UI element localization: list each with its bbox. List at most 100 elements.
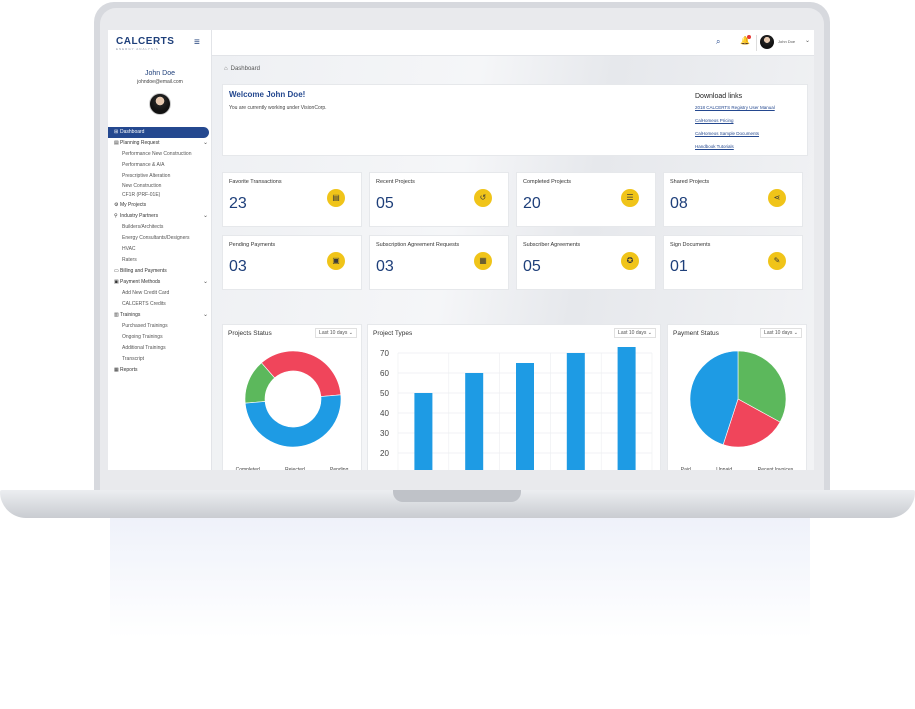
sidebar-item-label: Add New Credit Card xyxy=(122,290,170,296)
pen-icon[interactable]: ✎ xyxy=(768,252,786,270)
briefcase-icon[interactable]: ▤ xyxy=(327,189,345,207)
sidebar-item-label: Additional Trainings xyxy=(122,345,166,351)
sidebar-user-name: John Doe xyxy=(145,70,175,77)
stat-card[interactable]: Favorite Transactions 23 ▤ xyxy=(222,172,362,227)
share-icon[interactable]: ⋖ xyxy=(768,189,786,207)
sidebar-item[interactable]: Add New Credit Card xyxy=(108,288,212,299)
download-link[interactable]: CalHomeos Pricing xyxy=(695,118,775,131)
sidebar-item[interactable]: New Construction xyxy=(108,182,212,191)
stat-card-label: Sign Documents xyxy=(670,242,711,248)
stat-card-label: Pending Payments xyxy=(229,242,276,248)
chevron-down-icon[interactable]: ⌄ xyxy=(203,277,208,288)
stat-card-label: Subscriber Agreements xyxy=(523,242,581,248)
sidebar-item[interactable]: ▥Trainings ⌄ xyxy=(108,310,212,321)
sidebar-item-label: Ongoing Trainings xyxy=(122,334,163,340)
chevron-down-icon[interactable]: ⌄ xyxy=(203,211,208,222)
sidebar-item[interactable]: CF1R (PRF-01E) xyxy=(108,191,212,200)
welcome-subtitle: You are currently working under VisionCo… xyxy=(229,105,327,111)
sidebar-item[interactable]: Transcript xyxy=(108,354,212,365)
date-filter-dropdown[interactable]: Last 10 days ⌄ xyxy=(614,328,656,338)
stat-card-value: 05 xyxy=(523,258,541,275)
download-link[interactable]: 2018 CALCERTS Registry User Manual xyxy=(695,105,775,118)
sidebar-item[interactable]: Performance New Construction xyxy=(108,149,212,160)
sidebar-item[interactable]: Purchased Trainings xyxy=(108,321,212,332)
medal-icon[interactable]: ✪ xyxy=(621,252,639,270)
sidebar-item[interactable]: ▦Reports xyxy=(108,365,212,376)
projects-status-chart xyxy=(244,350,342,448)
sidebar-item[interactable]: Raters xyxy=(108,255,212,266)
sidebar-item-label: CF1R (PRF-01E) xyxy=(122,192,161,198)
sidebar-item[interactable]: ⊞ Dashboard xyxy=(108,127,209,138)
stat-card[interactable]: Completed Projects 20 ☰ xyxy=(516,172,656,227)
panel-title: Project Types xyxy=(373,330,413,337)
invoice-icon[interactable]: ▣ xyxy=(327,252,345,270)
sidebar-item[interactable]: CALCERTS Credits xyxy=(108,299,212,310)
stat-card[interactable]: Subscription Agreement Requests 03 ▦ xyxy=(369,235,509,290)
sidebar-item[interactable]: Builders/Architects xyxy=(108,222,212,233)
legend-item: Unpaid22 xyxy=(716,467,732,470)
sidebar-item[interactable]: ⚙ My Projects xyxy=(108,200,212,211)
download-link[interactable]: CalHomeos Sample Documents xyxy=(695,131,775,144)
y-tick-label: 40 xyxy=(380,409,389,418)
stat-card-label: Shared Projects xyxy=(670,179,710,185)
top-user-name[interactable]: John Doe xyxy=(778,39,795,44)
sidebar-item[interactable]: ▭Billing and Payments xyxy=(108,266,212,277)
user-avatar[interactable] xyxy=(760,35,774,49)
download-link[interactable]: Handbook Tutorials xyxy=(695,144,775,157)
bar[interactable] xyxy=(516,363,534,470)
chevron-down-icon[interactable]: ⌄ xyxy=(203,310,208,321)
pie-slice[interactable] xyxy=(261,350,342,397)
legend-label: Recent Invoices xyxy=(757,467,794,470)
sidebar-item[interactable]: HVAC xyxy=(108,244,212,255)
legend-item: Recent Invoices45 xyxy=(758,467,794,470)
chevron-down-icon[interactable]: ⌄ xyxy=(805,37,810,44)
sidebar-item[interactable]: Ongoing Trainings xyxy=(108,332,212,343)
sidebar-item[interactable]: Prescriptive Alteration xyxy=(108,171,212,182)
bar[interactable] xyxy=(414,393,433,470)
agreement-icon[interactable]: ▦ xyxy=(474,252,492,270)
sidebar-item[interactable]: ▤Planning Request ⌄ xyxy=(108,138,212,149)
date-filter-dropdown[interactable]: Last 10 days ⌄ xyxy=(315,328,357,338)
sidebar-menu: ⊞ Dashboard ▤Planning Request ⌄ Performance … xyxy=(108,127,212,376)
payment-status-chart xyxy=(689,350,787,448)
stat-card[interactable]: Sign Documents 01 ✎ xyxy=(663,235,803,290)
y-tick-label: 20 xyxy=(380,449,389,458)
hamburger-menu-icon[interactable]: ≡ xyxy=(194,37,200,48)
avatar[interactable] xyxy=(149,93,171,115)
search-icon[interactable]: ⌕ xyxy=(716,37,720,47)
chevron-down-icon[interactable]: ⌄ xyxy=(203,138,208,149)
stat-card[interactable]: Shared Projects 08 ⋖ xyxy=(663,172,803,227)
stat-card[interactable]: Pending Payments 03 ▣ xyxy=(222,235,362,290)
bar[interactable] xyxy=(465,373,484,470)
sidebar-item[interactable]: ⚲ Industry Partners ⌄ xyxy=(108,211,212,222)
pie-slice[interactable] xyxy=(244,394,342,448)
project-types-panel: Project Types Last 10 days ⌄ 10 20 30 40 50 6… xyxy=(367,324,661,470)
history-icon[interactable]: ↺ xyxy=(474,189,492,207)
main-content: ⌂ Dashboard Welcome John Doe! You are cur… xyxy=(212,56,814,470)
date-filter-dropdown[interactable]: Last 10 days ⌄ xyxy=(760,328,802,338)
chart-legend: Completed15 Rejected35 Pending50 xyxy=(223,467,361,470)
brand-logo[interactable]: CALCERTS ENERGY ANALYSIS xyxy=(116,36,174,51)
stat-card-label: Favorite Transactions xyxy=(229,179,282,185)
sidebar-item-label: Performance & A/A xyxy=(122,162,165,168)
bar[interactable] xyxy=(617,347,636,470)
breadcrumb-label[interactable]: Dashboard xyxy=(231,66,260,72)
sidebar-item[interactable]: Energy Consultants/Designers xyxy=(108,233,212,244)
notification-bell-icon[interactable]: 🔔 xyxy=(740,35,751,46)
stat-card[interactable]: Recent Projects 05 ↺ xyxy=(369,172,509,227)
stat-card[interactable]: Subscriber Agreements 05 ✪ xyxy=(516,235,656,290)
home-icon[interactable]: ⌂ xyxy=(224,66,228,72)
sidebar-item-label: Billing and Payments xyxy=(120,268,167,274)
sidebar-item-label: Planning Request xyxy=(120,140,160,146)
sidebar-item[interactable]: Performance & A/A xyxy=(108,160,212,171)
sidebar-item-label: Prescriptive Alteration xyxy=(122,173,171,179)
sidebar-item[interactable]: ▣Payment Methods ⌄ xyxy=(108,277,212,288)
layers-icon[interactable]: ☰ xyxy=(621,189,639,207)
bar[interactable] xyxy=(566,353,585,470)
stat-card-value: 20 xyxy=(523,195,541,212)
sidebar-item[interactable]: Additional Trainings xyxy=(108,343,212,354)
y-tick-label: 30 xyxy=(380,429,389,438)
sidebar-item-label: Dashboard xyxy=(120,129,145,135)
sidebar-item-label: Purchased Trainings xyxy=(122,323,168,329)
legend-item: Paid33 xyxy=(681,467,691,470)
